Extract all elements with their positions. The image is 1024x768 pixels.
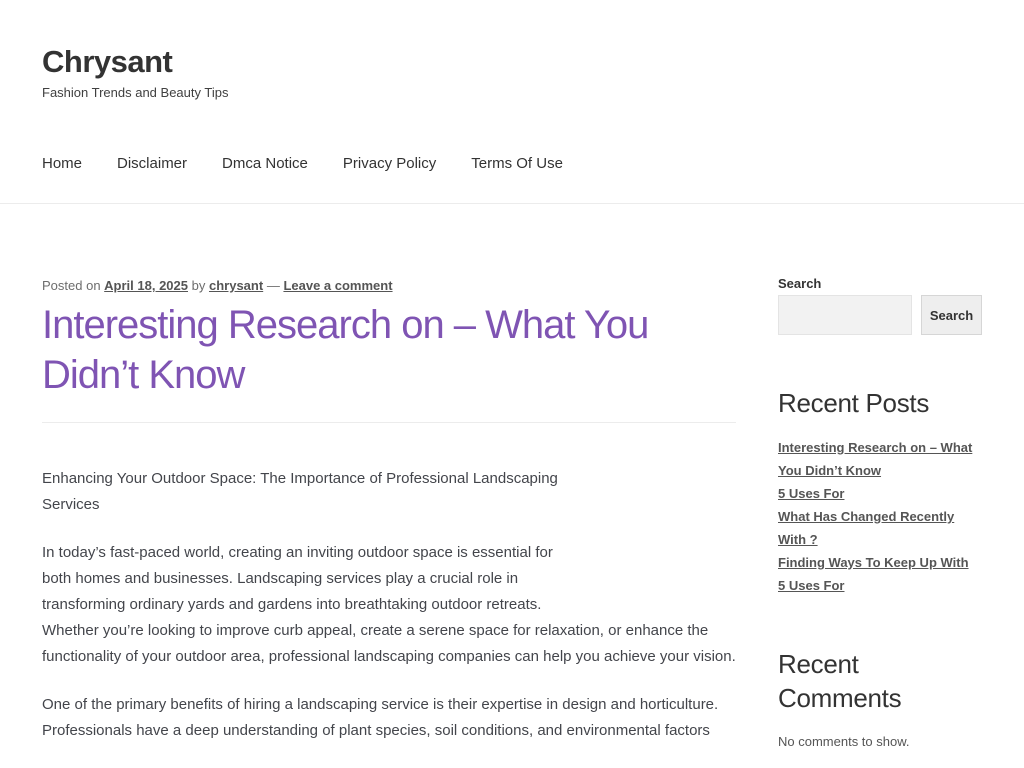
recent-post-link[interactable]: 5 Uses For (778, 574, 982, 597)
post-title[interactable]: Interesting Research on – What You Didn’… (42, 300, 742, 400)
recent-posts-list: Interesting Research on – What You Didn’… (778, 436, 982, 597)
title-divider (42, 422, 736, 423)
nav-item-home[interactable]: Home (42, 155, 82, 172)
search-button[interactable]: Search (921, 295, 982, 335)
search-input[interactable] (778, 295, 912, 335)
site-title[interactable]: Chrysant (42, 44, 173, 80)
search-label: Search (778, 276, 822, 291)
sidebar: Search Search Recent Posts Interesting R… (778, 276, 982, 749)
nav-item-terms-of-use[interactable]: Terms Of Use (471, 155, 563, 172)
recent-post-link[interactable]: Finding Ways To Keep Up With (778, 551, 982, 574)
recent-post-link[interactable]: 5 Uses For (778, 482, 982, 505)
nav-item-disclaimer[interactable]: Disclaimer (117, 155, 187, 172)
meta-dash: — (266, 278, 280, 293)
post-author-link[interactable]: chrysant (209, 278, 263, 293)
post-paragraph: One of the primary benefits of hiring a … (42, 696, 719, 739)
recent-post-link[interactable]: Interesting Research on – What You Didn’… (778, 436, 982, 482)
post-paragraph: Whether you’re looking to improve curb a… (42, 622, 736, 665)
search-form: Search (778, 295, 982, 335)
site-tagline: Fashion Trends and Beauty Tips (42, 85, 229, 100)
leave-comment-link[interactable]: Leave a comment (283, 278, 392, 293)
post-content: Enhancing Your Outdoor Space: The Import… (42, 466, 736, 766)
nav-item-privacy-policy[interactable]: Privacy Policy (343, 155, 436, 172)
meta-by: by (191, 278, 206, 293)
header-divider (0, 203, 1024, 204)
recent-comments-title: Recent Comments (778, 649, 902, 713)
post-date-link[interactable]: April 18, 2025 (104, 278, 188, 293)
post-meta: Posted on April 18, 2025 by chrysant — L… (42, 278, 393, 293)
meta-prefix: Posted on (42, 278, 101, 293)
no-comments-text: No comments to show. (778, 734, 910, 749)
nav-item-dmca-notice[interactable]: Dmca Notice (222, 155, 308, 172)
post-paragraph: In today’s fast-paced world, creating an… (42, 544, 553, 613)
recent-posts-title: Recent Posts (778, 388, 930, 418)
post-paragraph: Enhancing Your Outdoor Space: The Import… (42, 470, 558, 513)
primary-nav: Home Disclaimer Dmca Notice Privacy Poli… (42, 155, 598, 172)
recent-post-link[interactable]: What Has Changed Recently With ? (778, 505, 982, 551)
